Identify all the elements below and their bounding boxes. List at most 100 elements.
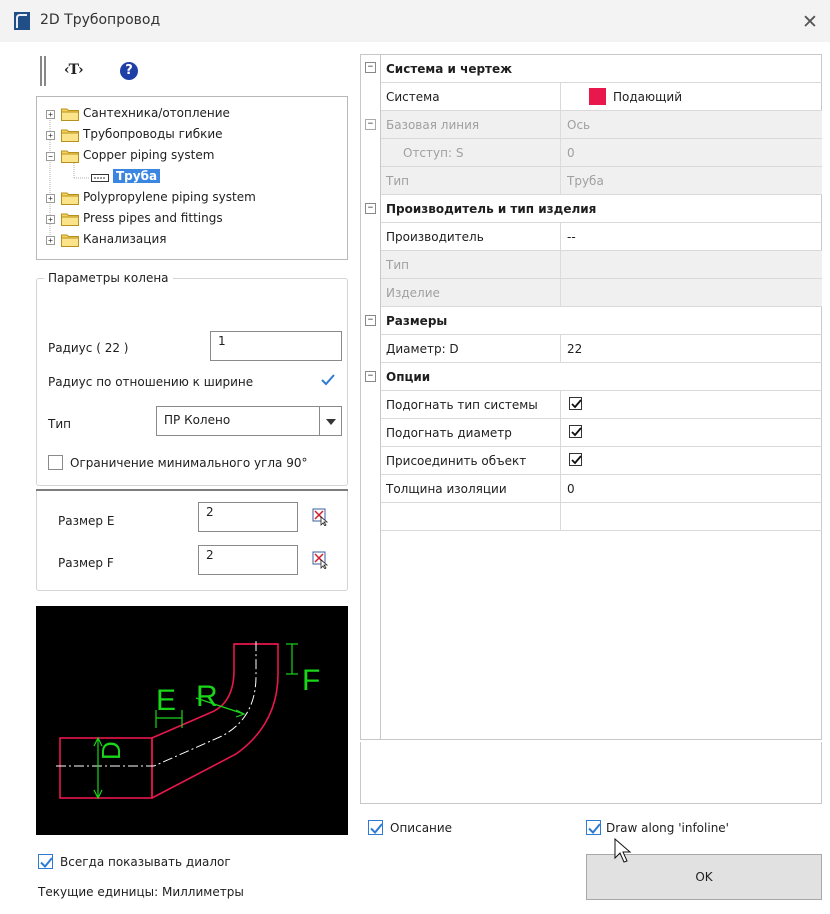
- expand-icon[interactable]: +: [46, 215, 55, 224]
- prop-diameter[interactable]: Диаметр: D 22: [381, 335, 822, 363]
- prop-label: Базовая линия: [386, 118, 480, 132]
- collapse-icon[interactable]: −: [365, 203, 376, 214]
- prop-fit-system[interactable]: Подогнать тип системы: [381, 391, 822, 419]
- elbow-preview: E R F D: [36, 606, 348, 835]
- size-group: [36, 491, 348, 591]
- prop-value: 0: [567, 482, 575, 496]
- category-label: Система и чертеж: [386, 62, 513, 76]
- prop-system[interactable]: Система Подающий: [381, 83, 822, 111]
- prop-label: Толщина изоляции: [386, 482, 507, 496]
- elbow-diagram: E R F D: [56, 640, 320, 800]
- radius-relative-checkbox[interactable]: [320, 372, 336, 388]
- prop-label: Диаметр: D: [386, 342, 459, 356]
- chevron-down-icon[interactable]: [319, 407, 341, 435]
- tree-item-label: Сантехника/отопление: [83, 106, 230, 120]
- expand-icon[interactable]: +: [46, 194, 55, 203]
- collapse-icon[interactable]: −: [365, 371, 376, 382]
- category-label: Опции: [386, 370, 431, 384]
- pick-point-icon[interactable]: [312, 508, 330, 526]
- radius-relative-label: Радиус по отношению к ширине: [48, 375, 254, 389]
- prop-value: Труба: [567, 174, 604, 188]
- collapse-icon[interactable]: −: [365, 315, 376, 326]
- description-checkbox[interactable]: [368, 820, 383, 835]
- expand-icon[interactable]: +: [46, 236, 55, 245]
- window-title: 2D Трубопровод: [40, 12, 161, 28]
- prop-fit-diameter[interactable]: Подогнать диаметр: [381, 419, 822, 447]
- fit-system-checkbox[interactable]: [569, 397, 582, 410]
- category-label: Производитель и тип изделия: [386, 202, 597, 216]
- prop-label: Подогнать тип системы: [386, 398, 538, 412]
- expand-icon[interactable]: +: [46, 110, 55, 119]
- folder-icon: [61, 192, 79, 205]
- preview-label-r: R: [196, 680, 218, 713]
- prop-value: 0: [567, 146, 575, 160]
- pipe-icon: [91, 174, 109, 182]
- folder-icon: [61, 213, 79, 226]
- radius-input[interactable]: 1: [210, 331, 342, 361]
- elbow-params-title: Параметры колена: [44, 271, 173, 285]
- text-tool-button[interactable]: ‹T›: [64, 62, 84, 78]
- prop-value: Ось: [567, 118, 591, 132]
- min-angle-checkbox[interactable]: [48, 455, 63, 470]
- prop-manufacturer[interactable]: Производитель --: [381, 223, 822, 251]
- prop-baseline: Базовая линия Ось: [381, 111, 822, 139]
- type-label: Тип: [48, 417, 71, 431]
- description-area: [360, 742, 822, 804]
- folder-icon: [61, 108, 79, 121]
- close-button[interactable]: ✕: [798, 11, 822, 33]
- min-angle-label: Ограничение минимального угла 90°: [70, 456, 308, 470]
- size-e-value: 2: [206, 505, 214, 519]
- description-label: Описание: [390, 821, 453, 835]
- prop-mtype: Тип: [381, 251, 822, 279]
- preview-label-f: F: [302, 664, 320, 697]
- prop-product: Изделие: [381, 279, 822, 307]
- collapse-icon[interactable]: −: [365, 62, 376, 73]
- prop-label: Отступ: S: [403, 146, 464, 160]
- size-f-input[interactable]: 2: [198, 545, 298, 575]
- tree-item-label: Трубопроводы гибкие: [83, 127, 223, 141]
- size-e-input[interactable]: 2: [198, 502, 298, 532]
- toolbar: ‹T› ?: [36, 56, 336, 88]
- units-label: Текущие единицы: Миллиметры: [38, 885, 244, 899]
- grid-gutter: [361, 55, 381, 739]
- category-sizes: Размеры: [381, 307, 822, 335]
- prop-empty[interactable]: [381, 503, 822, 531]
- elbow-type-select[interactable]: ПР Колено: [156, 406, 342, 436]
- tree-item-label: Copper piping system: [83, 148, 215, 162]
- size-f-label: Размер F: [58, 556, 114, 570]
- system-color-swatch: [589, 88, 606, 105]
- category-manufacturer: Производитель и тип изделия: [381, 195, 822, 223]
- category-label: Размеры: [386, 314, 448, 328]
- category-options: Опции: [381, 363, 822, 391]
- app-icon: [14, 12, 30, 30]
- property-grid: − Система и чертеж Система Подающий − Ба…: [360, 54, 822, 740]
- attach-checkbox[interactable]: [569, 453, 582, 466]
- prop-label: Система: [386, 90, 440, 104]
- expand-icon[interactable]: +: [46, 131, 55, 140]
- prop-label: Тип: [386, 174, 409, 188]
- collapse-icon[interactable]: −: [46, 152, 55, 161]
- help-button[interactable]: ?: [120, 62, 138, 80]
- collapse-icon[interactable]: −: [365, 119, 376, 130]
- title-bar: 2D Трубопровод ✕: [0, 0, 830, 42]
- tree-item-label: Труба: [113, 169, 161, 183]
- prop-attach[interactable]: Присоединить объект: [381, 447, 822, 475]
- draw-along-label: Draw along 'infoline': [606, 821, 729, 835]
- elbow-type-value: ПР Колено: [164, 413, 231, 427]
- prop-value: Подающий: [613, 90, 683, 104]
- tree-item-label: Polypropylene piping system: [83, 190, 256, 204]
- prop-label: Производитель: [386, 230, 484, 244]
- always-show-checkbox[interactable]: [38, 854, 53, 869]
- radius-label: Радиус ( 22 ): [48, 341, 129, 355]
- prop-insulation[interactable]: Толщина изоляции 0: [381, 475, 822, 503]
- prop-label: Тип: [386, 258, 409, 272]
- fit-diameter-checkbox[interactable]: [569, 425, 582, 438]
- pick-point-icon[interactable]: [312, 551, 330, 569]
- prop-value: --: [567, 230, 576, 244]
- prop-offset: Отступ: S 0: [381, 139, 822, 167]
- catalog-tree[interactable]: + Сантехника/отопление + Трубопроводы ги…: [36, 96, 348, 260]
- toolbar-grip-icon: [40, 56, 46, 86]
- prop-type: Тип Труба: [381, 167, 822, 195]
- always-show-label: Всегда показывать диалог: [60, 855, 231, 869]
- draw-along-checkbox[interactable]: [586, 820, 601, 835]
